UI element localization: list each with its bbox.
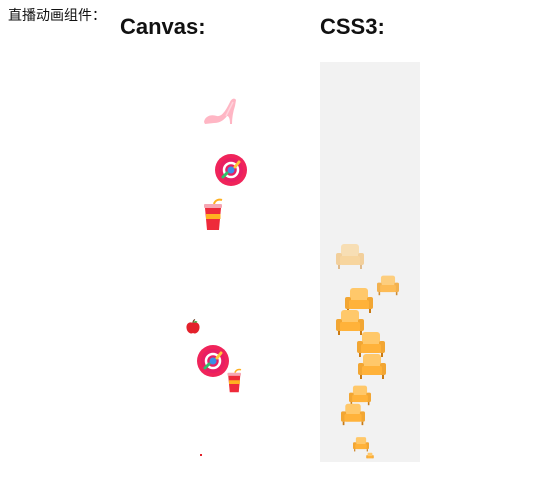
live-badge-icon (197, 345, 229, 377)
live-badge-icon (215, 154, 247, 186)
sofa-icon (353, 437, 369, 452)
apple-icon (186, 319, 200, 334)
sofa-icon (377, 275, 399, 296)
css3-section-title: CSS3: (320, 14, 385, 39)
sofa-icon (366, 452, 374, 459)
particle-dot-icon (200, 454, 202, 456)
live-animation-demo-page: 直播动画组件： Canvas: CSS3: (0, 0, 541, 481)
canvas-section-title: Canvas: (120, 14, 206, 39)
sofa-icon (358, 354, 386, 379)
drink-cup-icon (204, 198, 223, 230)
css3-animation-stage (320, 62, 420, 462)
canvas-animation-stage (170, 62, 270, 462)
high-heel-icon (204, 98, 236, 124)
drink-cup-icon (227, 368, 242, 393)
sofa-icon (336, 244, 364, 269)
sofa-icon (341, 403, 365, 426)
page-label: 直播动画组件： (8, 8, 106, 24)
